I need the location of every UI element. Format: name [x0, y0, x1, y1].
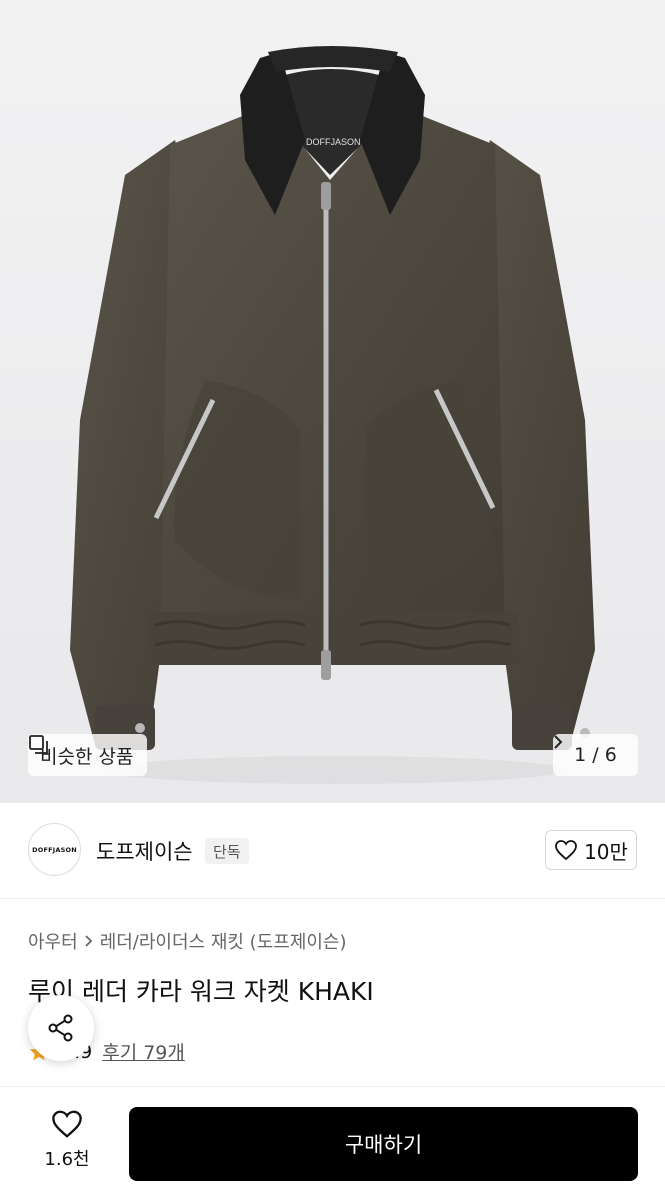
chevron-right-icon	[85, 935, 92, 947]
similar-icon	[29, 735, 48, 754]
exclusive-badge: 단독	[205, 838, 249, 864]
heart-icon	[555, 840, 577, 861]
similar-products-label: 비슷한 상품	[40, 745, 134, 768]
bottom-action-bar: 1.6천 구매하기	[0, 1086, 665, 1200]
brand-row: DOFFJASON 도프제이슨 단독 10만	[0, 803, 665, 899]
brand-like-count: 10만	[584, 839, 628, 864]
product-image[interactable]: DOFFJASON 비슷한 상품 1 / 6	[0, 0, 665, 803]
breadcrumb-subcategory[interactable]: 레더/라이더스 재킷 (도프제이슨)	[100, 928, 347, 954]
buy-button[interactable]: 구매하기	[129, 1107, 638, 1181]
chevron-right-icon	[554, 735, 563, 749]
pager-text: 1 / 6	[574, 744, 617, 766]
brand-logo[interactable]: DOFFJASON	[28, 823, 81, 876]
breadcrumb: 아우터 레더/라이더스 재킷 (도프제이슨)	[28, 928, 347, 954]
share-icon	[48, 1014, 73, 1042]
image-pager[interactable]: 1 / 6	[553, 734, 638, 776]
brand-name[interactable]: 도프제이슨	[96, 836, 193, 866]
breadcrumb-category[interactable]: 아우터	[28, 928, 78, 954]
heart-icon	[52, 1110, 82, 1138]
wishlist-button[interactable]: 1.6천	[30, 1109, 104, 1171]
share-button[interactable]	[28, 995, 94, 1061]
label-text: DOFFJASON	[306, 137, 361, 147]
brand-like-button[interactable]: 10만	[545, 830, 637, 870]
similar-products-button[interactable]: 비슷한 상품	[28, 734, 148, 776]
reviews-link[interactable]: 후기 79개	[102, 1038, 185, 1065]
jacket-illustration: DOFFJASON	[70, 46, 595, 784]
wishlist-count: 1.6천	[44, 1149, 90, 1170]
